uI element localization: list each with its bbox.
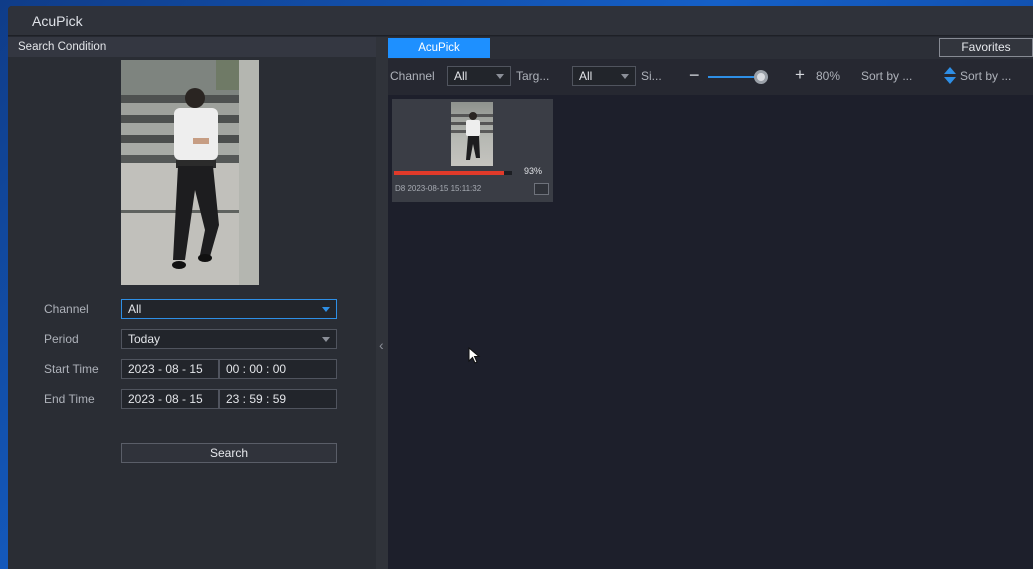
similarity-percent: 93% xyxy=(524,166,543,176)
toolbar-size-label: Si... xyxy=(641,69,662,83)
chevron-down-icon xyxy=(496,74,504,79)
toolbar-target-value: All xyxy=(579,69,593,83)
zoom-slider-handle[interactable] xyxy=(754,70,768,84)
end-time-row: End Time 2023 - 08 - 15 23 : 59 : 59 xyxy=(44,389,344,409)
channel-select[interactable]: All xyxy=(121,299,337,319)
chevron-down-icon xyxy=(322,337,330,342)
channel-label: Channel xyxy=(44,302,89,316)
toolbar-target-label: Targ... xyxy=(516,69,550,83)
toolbar-channel-value: All xyxy=(454,69,468,83)
search-button[interactable]: Search xyxy=(121,443,337,463)
period-row: Period Today xyxy=(44,329,344,349)
start-time-field[interactable]: 00 : 00 : 00 xyxy=(219,359,337,379)
sort-by-dropdown-1[interactable]: Sort by ... xyxy=(861,69,912,83)
tab-acupick[interactable]: AcuPick xyxy=(388,38,490,58)
favorites-button[interactable]: Favorites xyxy=(939,38,1033,57)
chevron-down-icon xyxy=(322,307,330,312)
channel-row: Channel All xyxy=(44,299,344,319)
channel-select-value: All xyxy=(128,302,142,316)
results-toolbar: Channel All Targ... All Si... − + 80% So… xyxy=(388,59,1033,95)
window-title: AcuPick xyxy=(32,13,83,29)
search-condition-header: Search Condition xyxy=(8,37,376,57)
search-condition-panel: Search Condition Channel All Period Toda… xyxy=(8,37,376,569)
panel-splitter[interactable]: ‹ xyxy=(376,37,388,569)
results-tab-bar: AcuPick Favorites xyxy=(388,37,1033,59)
zoom-out-icon[interactable]: − xyxy=(689,65,700,85)
sort-by-dropdown-2[interactable]: Sort by ... xyxy=(960,69,1011,83)
zoom-in-icon[interactable]: + xyxy=(795,65,805,85)
result-select-checkbox[interactable] xyxy=(534,183,549,195)
toolbar-channel-label: Channel xyxy=(390,69,435,83)
end-time-field[interactable]: 23 : 59 : 59 xyxy=(219,389,337,409)
result-caption: D8 2023-08-15 15:11:32 xyxy=(395,184,482,193)
query-person-photo xyxy=(121,60,259,285)
similarity-bar-fill xyxy=(394,171,504,175)
chevron-left-icon[interactable]: ‹ xyxy=(379,337,384,353)
chevron-down-icon xyxy=(621,74,629,79)
period-select[interactable]: Today xyxy=(121,329,337,349)
start-time-row: Start Time 2023 - 08 - 15 00 : 00 : 00 xyxy=(44,359,344,379)
period-label: Period xyxy=(44,332,79,346)
similarity-bar xyxy=(394,171,512,175)
start-time-label: Start Time xyxy=(44,362,99,376)
result-thumbnail[interactable] xyxy=(451,102,493,166)
end-time-label: End Time xyxy=(44,392,95,406)
acupick-window: AcuPick Search Condition Channel All Per… xyxy=(8,6,1033,569)
mouse-cursor-icon xyxy=(468,347,481,364)
toolbar-target-select[interactable]: All xyxy=(572,66,636,86)
end-date-field[interactable]: 2023 - 08 - 15 xyxy=(121,389,219,409)
period-select-value: Today xyxy=(128,332,161,346)
zoom-value: 80% xyxy=(816,69,841,83)
result-card[interactable]: 93% D8 2023-08-15 15:11:32 xyxy=(392,99,553,202)
sort-order-icon[interactable] xyxy=(944,65,956,87)
toolbar-channel-select[interactable]: All xyxy=(447,66,511,86)
title-bar: AcuPick xyxy=(8,6,1033,36)
results-panel: AcuPick Favorites Channel All Targ... Al… xyxy=(388,37,1033,569)
start-date-field[interactable]: 2023 - 08 - 15 xyxy=(121,359,219,379)
